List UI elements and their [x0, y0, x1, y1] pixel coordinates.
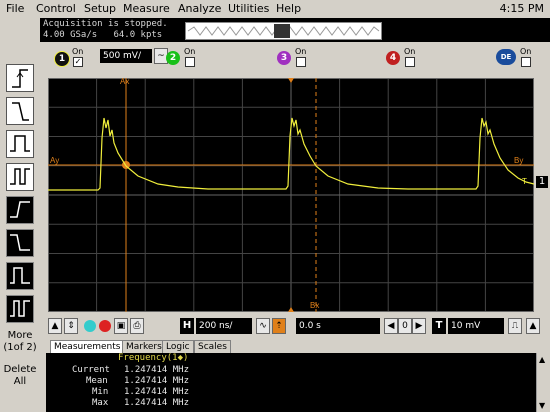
trigger-level-icon: T [522, 177, 527, 186]
measurements-panel: Measurements Markers Logic Scales Freque… [46, 338, 550, 412]
measurement-value-min: 1.247414 MHz [124, 387, 190, 397]
menu-setup[interactable]: Setup [84, 2, 116, 15]
measurement-value-max: 1.247414 MHz [124, 398, 190, 408]
measurement-heading: Frequency(1◆) [118, 353, 189, 363]
channel-3-on-label: On [295, 47, 307, 56]
measurement-label-mean: Mean [86, 376, 108, 386]
channel-1-on-label: On [72, 47, 84, 56]
delay-reference-icon[interactable]: ⇡ [272, 318, 286, 334]
menu-measure[interactable]: Measure [123, 2, 170, 15]
duty-cycle-icon[interactable] [6, 295, 34, 323]
tab-logic[interactable]: Logic [162, 340, 194, 354]
tab-scales[interactable]: Scales [194, 340, 231, 354]
channel-4-icon[interactable]: 4 [386, 51, 400, 65]
rising-edge-trigger-icon[interactable] [6, 64, 34, 92]
measurement-readout: Frequency(1◆) Current 1.247414 MHz Mean … [46, 353, 536, 412]
marker-by-label: By [514, 156, 523, 165]
channel-1-checkbox[interactable]: ✓ [73, 57, 83, 67]
channel-1-icon[interactable]: 1 [54, 51, 70, 67]
measurement-label-max: Max [92, 398, 109, 408]
fall-time-icon[interactable] [6, 229, 34, 257]
stop-icon[interactable] [99, 320, 111, 332]
delay-field[interactable]: 0.0 s [296, 318, 380, 334]
run-icon[interactable] [84, 320, 96, 332]
channel-row: 1 On ✓ 500 mV/ ~ 2 On 3 On 4 On DE On [40, 43, 550, 71]
graticule-svg: Ax Bx Ay By T [48, 77, 535, 312]
channel-2-on-label: On [184, 47, 196, 56]
channel-1-scale[interactable]: 500 mV/ [100, 49, 152, 63]
zoom-icon[interactable]: ⇕ [64, 318, 78, 334]
trigger-level-field[interactable]: 10 mV [448, 318, 504, 334]
marker-bx-label: Bx [310, 301, 319, 310]
period-measure-icon[interactable] [6, 163, 34, 191]
rise-time-icon[interactable] [6, 196, 34, 224]
delete-all-button[interactable]: Delete All [2, 364, 38, 388]
menu-control[interactable]: Control [36, 2, 76, 15]
measurement-label-current: Current [72, 365, 110, 375]
pulse-width-icon[interactable] [6, 130, 34, 158]
trigger-slope-icon[interactable]: ⎍ [508, 318, 522, 334]
timebase-field[interactable]: 200 ns/ [196, 318, 252, 334]
scroll-down-icon[interactable]: ▲ [526, 318, 540, 334]
delete-all-line2: All [13, 376, 27, 387]
digital-on-label: On [520, 47, 532, 56]
menu-analyze[interactable]: Analyze [178, 2, 221, 15]
channel-3-checkbox[interactable] [296, 57, 306, 67]
tab-measurements[interactable]: Measurements [50, 340, 125, 354]
channel-4-on-label: On [404, 47, 416, 56]
waveform-graticule[interactable]: Ax Bx Ay By T [48, 77, 535, 312]
trigger-label: T [432, 318, 446, 334]
channel-3-icon[interactable]: 3 [277, 51, 291, 65]
amplitude-icon[interactable] [6, 262, 34, 290]
menu-file[interactable]: File [6, 2, 24, 15]
delay-zero-icon[interactable]: 0 [398, 318, 412, 334]
digital-checkbox[interactable] [521, 57, 531, 67]
trigger-position-icon [288, 78, 294, 83]
memory-overview-wave [187, 24, 380, 38]
more-button-line2: (1of 2) [3, 342, 37, 353]
channel-2-checkbox[interactable] [185, 57, 195, 67]
menu-bar: File Control Setup Measure Analyze Utili… [0, 0, 550, 19]
delay-increase-icon[interactable]: ▶ [412, 318, 426, 334]
horizontal-label: H [180, 318, 194, 334]
tab-markers[interactable]: Markers [122, 340, 166, 354]
delete-all-line1: Delete [3, 364, 37, 375]
more-button[interactable]: More (1of 2) [2, 330, 38, 354]
scroll-down-arrow-icon[interactable]: ▼ [539, 401, 545, 410]
clock: 4:15 PM [499, 2, 544, 15]
marker-ay-label: Ay [50, 156, 59, 165]
digital-enable-icon[interactable]: DE [496, 49, 516, 65]
scroll-up-icon[interactable]: ▲ [48, 318, 62, 334]
falling-edge-trigger-icon[interactable] [6, 97, 34, 125]
measurement-value-current: 1.247414 MHz [124, 365, 190, 375]
measurement-value-mean: 1.247414 MHz [124, 376, 190, 386]
menu-utilities[interactable]: Utilities [228, 2, 269, 15]
channel-2-icon[interactable]: 2 [166, 51, 180, 65]
channel-4-checkbox[interactable] [405, 57, 415, 67]
menu-help[interactable]: Help [276, 2, 301, 15]
delay-decrease-icon[interactable]: ◀ [384, 318, 398, 334]
measurement-label-min: Min [92, 387, 109, 397]
bottom-toolbar: ▲ ⇕ ▣ ⎙ H 200 ns/ ∿ ⇡ 0.0 s ◀ 0 ▶ T 10 m… [46, 314, 550, 338]
scroll-up-arrow-icon[interactable]: ▲ [539, 355, 545, 364]
delay-position-icon [288, 307, 294, 312]
measurement-scrollbar[interactable]: ▲ ▼ [536, 353, 550, 412]
left-button-panel: More (1of 2) Delete All [0, 18, 40, 412]
memory-overview-bar[interactable] [185, 22, 382, 40]
channel-1-ground-icon: 1 [536, 176, 548, 188]
screenshot-icon[interactable]: ▣ [114, 318, 128, 334]
print-icon[interactable]: ⎙ [130, 318, 144, 334]
timebase-adjust-icon[interactable]: ∿ [256, 318, 270, 334]
marker-ax-label: Ax [120, 78, 129, 86]
more-button-line1: More [7, 330, 33, 341]
